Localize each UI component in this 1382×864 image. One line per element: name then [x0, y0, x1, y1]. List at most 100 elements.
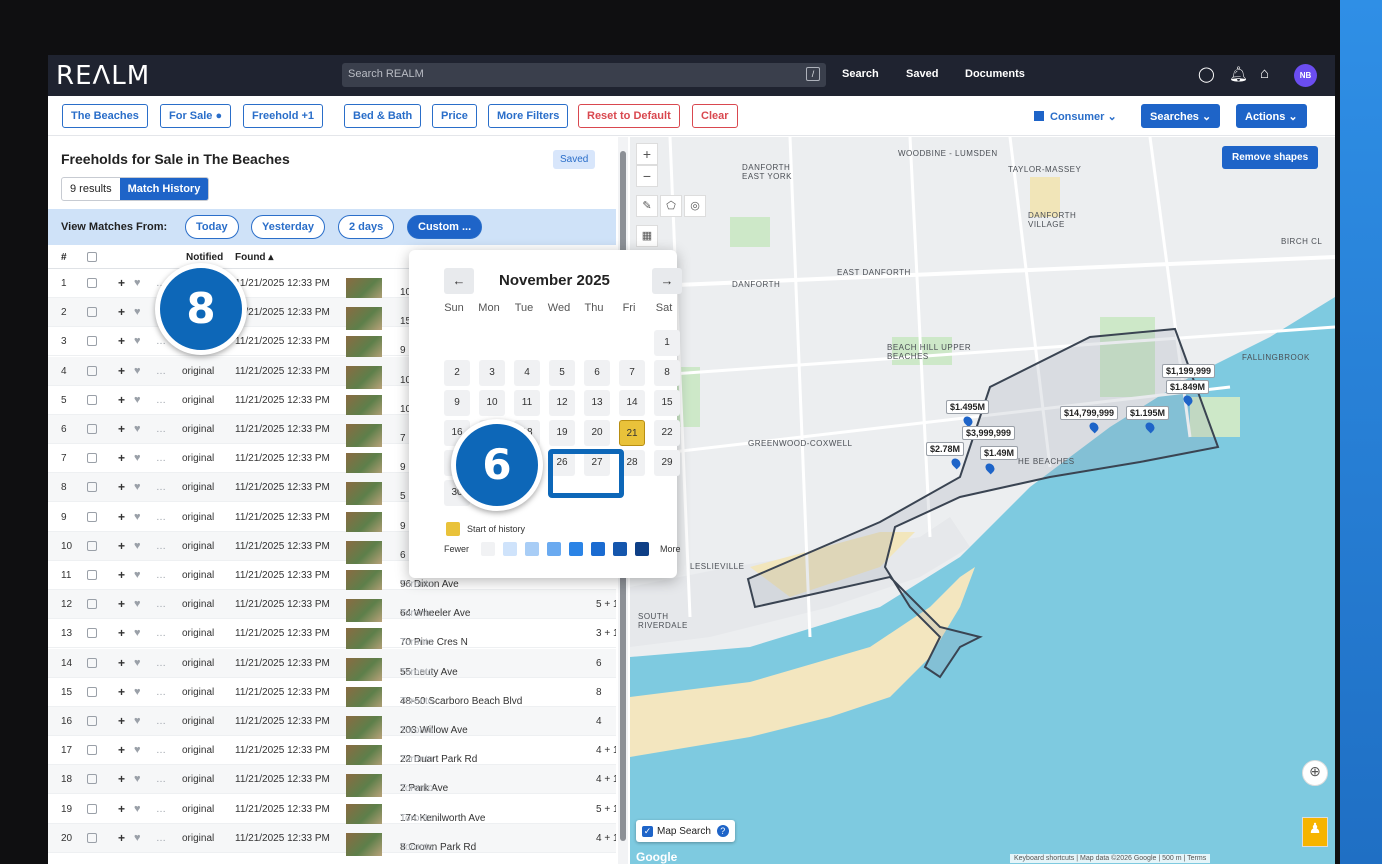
more-icon[interactable]: … — [156, 658, 166, 669]
help-icon[interactable]: ? — [716, 825, 729, 837]
pill-yesterday[interactable]: Yesterday — [251, 215, 325, 239]
more-icon[interactable]: … — [156, 599, 166, 610]
more-icon[interactable]: … — [156, 482, 166, 493]
heart-icon[interactable]: ♥ — [134, 569, 141, 581]
add-icon[interactable]: + — [118, 276, 125, 290]
filter-location[interactable]: The Beaches — [62, 104, 148, 128]
add-icon[interactable]: + — [118, 597, 125, 611]
row-checkbox[interactable] — [87, 336, 97, 347]
add-icon[interactable]: + — [118, 393, 125, 407]
add-icon[interactable]: + — [118, 451, 125, 465]
filter-freehold[interactable]: Freehold +1 — [243, 104, 324, 128]
bell-icon[interactable]: 🔔︎ — [1229, 65, 1248, 83]
calendar-day[interactable]: 14 — [619, 390, 645, 416]
pill-custom[interactable]: Custom ... — [407, 215, 483, 239]
add-icon[interactable]: + — [118, 743, 125, 757]
heart-icon[interactable]: ♥ — [134, 686, 141, 698]
calendar-day[interactable]: 3 — [479, 360, 505, 386]
price-marker[interactable]: $1.49M — [980, 446, 1019, 460]
more-icon[interactable]: … — [156, 716, 166, 727]
more-icon[interactable]: … — [156, 628, 166, 639]
realm-logo[interactable]: REΛLM — [56, 61, 150, 91]
pill-today[interactable]: Today — [185, 215, 239, 239]
row-checkbox[interactable] — [87, 745, 97, 756]
draw-pencil-icon[interactable]: ✎ — [636, 195, 658, 217]
add-icon[interactable]: + — [118, 831, 125, 845]
heart-icon[interactable]: ♥ — [134, 511, 141, 523]
table-row[interactable]: 16 + ♥… original 11/21/2025 12:33 PM 203 Will… — [48, 707, 616, 739]
add-icon[interactable]: + — [118, 714, 125, 728]
table-row[interactable]: 17 + ♥… original 11/21/2025 12:33 PM 22 Duart… — [48, 736, 616, 769]
map[interactable]: WOODBINE - LUMSDEN TAYLOR-MASSEY DANFORT… — [630, 137, 1335, 864]
table-row[interactable]: 12 + ♥… original 11/21/2025 12:33 PM 64 Wheel… — [48, 590, 616, 623]
calendar-day[interactable]: 21 — [619, 420, 645, 446]
more-icon[interactable]: … — [156, 570, 166, 581]
row-checkbox[interactable] — [87, 657, 97, 668]
table-row[interactable]: 14 + ♥… original 11/21/2025 12:33 PM 55 Leuty… — [48, 648, 616, 681]
global-search-input[interactable]: Search REALM / — [342, 63, 826, 87]
calendar-day[interactable]: 4 — [514, 360, 540, 386]
consumer-dropdown[interactable]: Consumer ⌄ — [1034, 110, 1117, 123]
more-icon[interactable]: … — [156, 512, 166, 523]
heart-icon[interactable]: ♥ — [134, 335, 141, 347]
row-checkbox[interactable] — [87, 774, 97, 785]
row-checkbox[interactable] — [87, 424, 97, 434]
map-search-toggle[interactable]: ✓ Map Search ? — [636, 820, 735, 842]
searches-button[interactable]: Searches ⌄ — [1141, 104, 1221, 128]
price-marker[interactable]: $1.495M — [946, 400, 990, 414]
add-icon[interactable]: + — [118, 480, 125, 494]
more-icon[interactable]: … — [156, 395, 166, 406]
calendar-day[interactable]: 19 — [549, 420, 575, 446]
more-icon[interactable]: … — [156, 366, 166, 377]
add-icon[interactable]: + — [118, 802, 125, 816]
heart-icon[interactable]: ♥ — [134, 832, 141, 844]
filter-for-sale[interactable]: For Sale ● — [160, 104, 232, 128]
filter-price[interactable]: Price — [432, 104, 477, 128]
table-row[interactable]: 15 + ♥… original 11/21/2025 12:33 PM 48-50 Sc… — [48, 678, 616, 710]
row-checkbox[interactable] — [87, 278, 97, 288]
add-icon[interactable]: + — [118, 626, 125, 640]
home-icon[interactable]: ⌂ — [1260, 65, 1269, 82]
row-checkbox[interactable] — [87, 686, 97, 697]
price-marker[interactable]: $1.849M — [1166, 380, 1210, 394]
heart-icon[interactable]: ♥ — [134, 627, 141, 639]
nav-documents[interactable]: Documents — [965, 68, 1025, 80]
col-notified[interactable]: Notified — [186, 252, 223, 263]
pill-2-days[interactable]: 2 days — [338, 215, 395, 239]
calendar-day[interactable]: 9 — [444, 390, 470, 416]
row-checkbox[interactable] — [87, 511, 97, 522]
add-icon[interactable]: + — [118, 539, 125, 553]
calendar-day[interactable]: 2 — [444, 360, 470, 386]
street-view-icon[interactable]: ♟ — [1302, 817, 1328, 847]
calendar-day[interactable]: 13 — [584, 390, 610, 416]
col-found[interactable]: Found ▴ — [235, 252, 273, 263]
calendar-day[interactable]: 29 — [654, 450, 680, 476]
table-row[interactable]: 19 + ♥… original 11/21/2025 12:33 PM 174 Keni… — [48, 795, 616, 827]
avatar[interactable]: NB — [1294, 64, 1317, 87]
calendar-day[interactable]: 6 — [584, 360, 610, 386]
more-icon[interactable]: … — [156, 453, 166, 464]
add-icon[interactable]: + — [118, 422, 125, 436]
more-icon[interactable]: … — [156, 833, 166, 844]
price-marker[interactable]: $3,999,999 — [962, 426, 1016, 440]
row-checkbox[interactable] — [87, 628, 97, 639]
more-icon[interactable]: … — [156, 541, 166, 552]
chat-icon[interactable]: ◯ — [1198, 65, 1215, 83]
filter-more[interactable]: More Filters — [488, 104, 569, 128]
heart-icon[interactable]: ♥ — [134, 394, 141, 406]
remove-shapes-button[interactable]: Remove shapes — [1222, 146, 1319, 169]
row-checkbox[interactable] — [87, 540, 97, 551]
draw-circle-icon[interactable]: ◎ — [684, 195, 706, 217]
add-icon[interactable]: + — [118, 568, 125, 582]
add-icon[interactable]: + — [118, 510, 125, 524]
heart-icon[interactable]: ♥ — [134, 803, 141, 815]
price-marker[interactable]: $1.195M — [1126, 406, 1170, 420]
heart-icon[interactable]: ♥ — [134, 423, 141, 435]
calendar-day[interactable]: 10 — [479, 390, 505, 416]
add-icon[interactable]: + — [118, 772, 125, 786]
row-checkbox[interactable] — [87, 599, 97, 610]
more-icon[interactable]: … — [156, 745, 166, 756]
calendar-day[interactable]: 12 — [549, 390, 575, 416]
select-all-checkbox[interactable] — [87, 252, 97, 262]
heart-icon[interactable]: ♥ — [134, 715, 141, 727]
